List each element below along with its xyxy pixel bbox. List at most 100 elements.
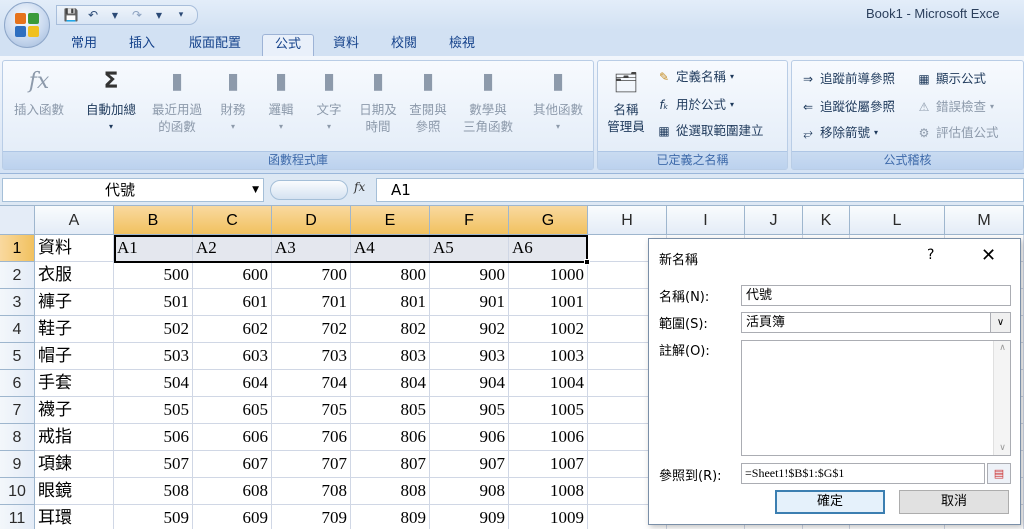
row-header[interactable]: 2 — [0, 262, 35, 289]
chevron-down-icon[interactable]: ▼ — [252, 179, 259, 201]
evaluate-formula-button[interactable]: ⚙ 評估值公式 — [916, 125, 999, 141]
row-header[interactable]: 7 — [0, 397, 35, 424]
datetime-button[interactable]: ▮ 日期及 時間 — [355, 67, 401, 135]
cell[interactable]: 901 — [430, 289, 509, 316]
cell[interactable]: 800 — [351, 262, 430, 289]
cell[interactable]: 808 — [351, 478, 430, 505]
cell[interactable]: 1004 — [509, 370, 588, 397]
cell[interactable]: 604 — [193, 370, 272, 397]
row-header[interactable]: 10 — [0, 478, 35, 505]
cell[interactable]: 1007 — [509, 451, 588, 478]
column-header[interactable]: G — [509, 206, 588, 235]
cell[interactable]: 1005 — [509, 397, 588, 424]
more-functions-button[interactable]: ▮ 其他函數 ▾ — [525, 67, 591, 135]
lookup-button[interactable]: ▮ 查閱與 參照 — [405, 67, 451, 135]
ok-button[interactable]: 確定 — [775, 490, 885, 514]
select-all-corner[interactable] — [0, 206, 35, 235]
cell[interactable]: 804 — [351, 370, 430, 397]
cell[interactable]: 襪子 — [35, 397, 114, 424]
cancel-button[interactable]: 取消 — [899, 490, 1009, 514]
row-header[interactable]: 9 — [0, 451, 35, 478]
chevron-down-icon[interactable]: ▼ — [107, 11, 123, 20]
cell[interactable]: 1003 — [509, 343, 588, 370]
trace-precedents-button[interactable]: ⇒ 追蹤前導參照 — [800, 71, 895, 87]
insert-function-button[interactable]: fx 插入函數 — [7, 67, 71, 118]
chevron-up-icon[interactable]: ∧ — [994, 343, 1011, 353]
cell[interactable]: 607 — [193, 451, 272, 478]
cell[interactable]: 衣服 — [35, 262, 114, 289]
cell[interactable]: A1 — [114, 235, 193, 262]
row-header[interactable]: 6 — [0, 370, 35, 397]
cell[interactable]: 907 — [430, 451, 509, 478]
cell[interactable]: 802 — [351, 316, 430, 343]
cell[interactable]: 帽子 — [35, 343, 114, 370]
redo-icon[interactable]: ↷ — [129, 8, 145, 22]
cell[interactable]: 609 — [193, 505, 272, 529]
cell[interactable]: 702 — [272, 316, 351, 343]
tab-formulas[interactable]: 公式 — [262, 34, 314, 56]
cell[interactable]: 1000 — [509, 262, 588, 289]
cell[interactable]: 鞋子 — [35, 316, 114, 343]
cell[interactable]: 900 — [430, 262, 509, 289]
fill-handle[interactable] — [584, 259, 590, 265]
comment-textarea[interactable]: ∧ ∨ — [741, 340, 1011, 456]
column-header[interactable]: C — [193, 206, 272, 235]
tab-view[interactable]: 檢視 — [440, 34, 484, 56]
cell[interactable]: 701 — [272, 289, 351, 316]
row-header[interactable]: 8 — [0, 424, 35, 451]
cell[interactable]: 909 — [430, 505, 509, 529]
undo-icon[interactable]: ↶ — [85, 8, 101, 22]
collapse-dialog-icon[interactable]: ▤ — [987, 463, 1011, 484]
tab-page-layout[interactable]: 版面配置 — [178, 34, 252, 56]
cell[interactable]: 805 — [351, 397, 430, 424]
cell[interactable]: 褲子 — [35, 289, 114, 316]
cell[interactable]: 501 — [114, 289, 193, 316]
cell[interactable]: 502 — [114, 316, 193, 343]
chevron-down-icon[interactable]: ▼ — [151, 11, 167, 20]
cell[interactable]: A6 — [509, 235, 588, 262]
cell[interactable]: 709 — [272, 505, 351, 529]
cell[interactable]: 601 — [193, 289, 272, 316]
define-name-button[interactable]: ✎ 定義名稱 ▾ — [656, 69, 734, 85]
row-header[interactable]: 5 — [0, 343, 35, 370]
cell[interactable]: 500 — [114, 262, 193, 289]
column-header[interactable]: J — [745, 206, 803, 235]
row-header[interactable]: 3 — [0, 289, 35, 316]
scope-select[interactable]: 活頁簿 ∨ — [741, 312, 1011, 333]
customize-qat-icon[interactable]: ▾ — [173, 10, 189, 20]
column-header[interactable]: B — [114, 206, 193, 235]
remove-arrows-button[interactable]: ⥂ 移除箭號 ▾ — [800, 125, 878, 141]
cell[interactable]: 705 — [272, 397, 351, 424]
logical-button[interactable]: ▮ 邏輯 ▾ — [259, 67, 303, 135]
cell[interactable]: A5 — [430, 235, 509, 262]
math-trig-button[interactable]: ▮ 數學與 三角函數 — [455, 67, 521, 135]
cell[interactable]: 801 — [351, 289, 430, 316]
text-button[interactable]: ▮ 文字 ▾ — [307, 67, 351, 135]
name-box[interactable]: 代號 ▼ — [2, 178, 264, 202]
cell[interactable]: A3 — [272, 235, 351, 262]
cell[interactable]: 600 — [193, 262, 272, 289]
column-header[interactable]: I — [667, 206, 745, 235]
cell[interactable]: 1006 — [509, 424, 588, 451]
name-field[interactable]: 代號 — [741, 285, 1011, 306]
cell[interactable]: 803 — [351, 343, 430, 370]
cell[interactable]: 602 — [193, 316, 272, 343]
cell[interactable]: 509 — [114, 505, 193, 529]
column-header[interactable]: K — [803, 206, 850, 235]
close-icon[interactable]: ✕ — [981, 245, 996, 266]
cell[interactable]: 眼鏡 — [35, 478, 114, 505]
cell[interactable]: 807 — [351, 451, 430, 478]
cell[interactable]: 506 — [114, 424, 193, 451]
formula-bar-resize-handle[interactable] — [270, 180, 348, 200]
cell[interactable]: 戒指 — [35, 424, 114, 451]
cell[interactable]: 605 — [193, 397, 272, 424]
tab-insert[interactable]: 插入 — [120, 34, 164, 56]
cell[interactable]: 1002 — [509, 316, 588, 343]
cell[interactable]: A4 — [351, 235, 430, 262]
cell[interactable]: 707 — [272, 451, 351, 478]
chevron-down-icon[interactable]: ∨ — [990, 313, 1010, 332]
column-header[interactable]: F — [430, 206, 509, 235]
cell[interactable]: 902 — [430, 316, 509, 343]
cell[interactable]: 905 — [430, 397, 509, 424]
cell[interactable]: 504 — [114, 370, 193, 397]
